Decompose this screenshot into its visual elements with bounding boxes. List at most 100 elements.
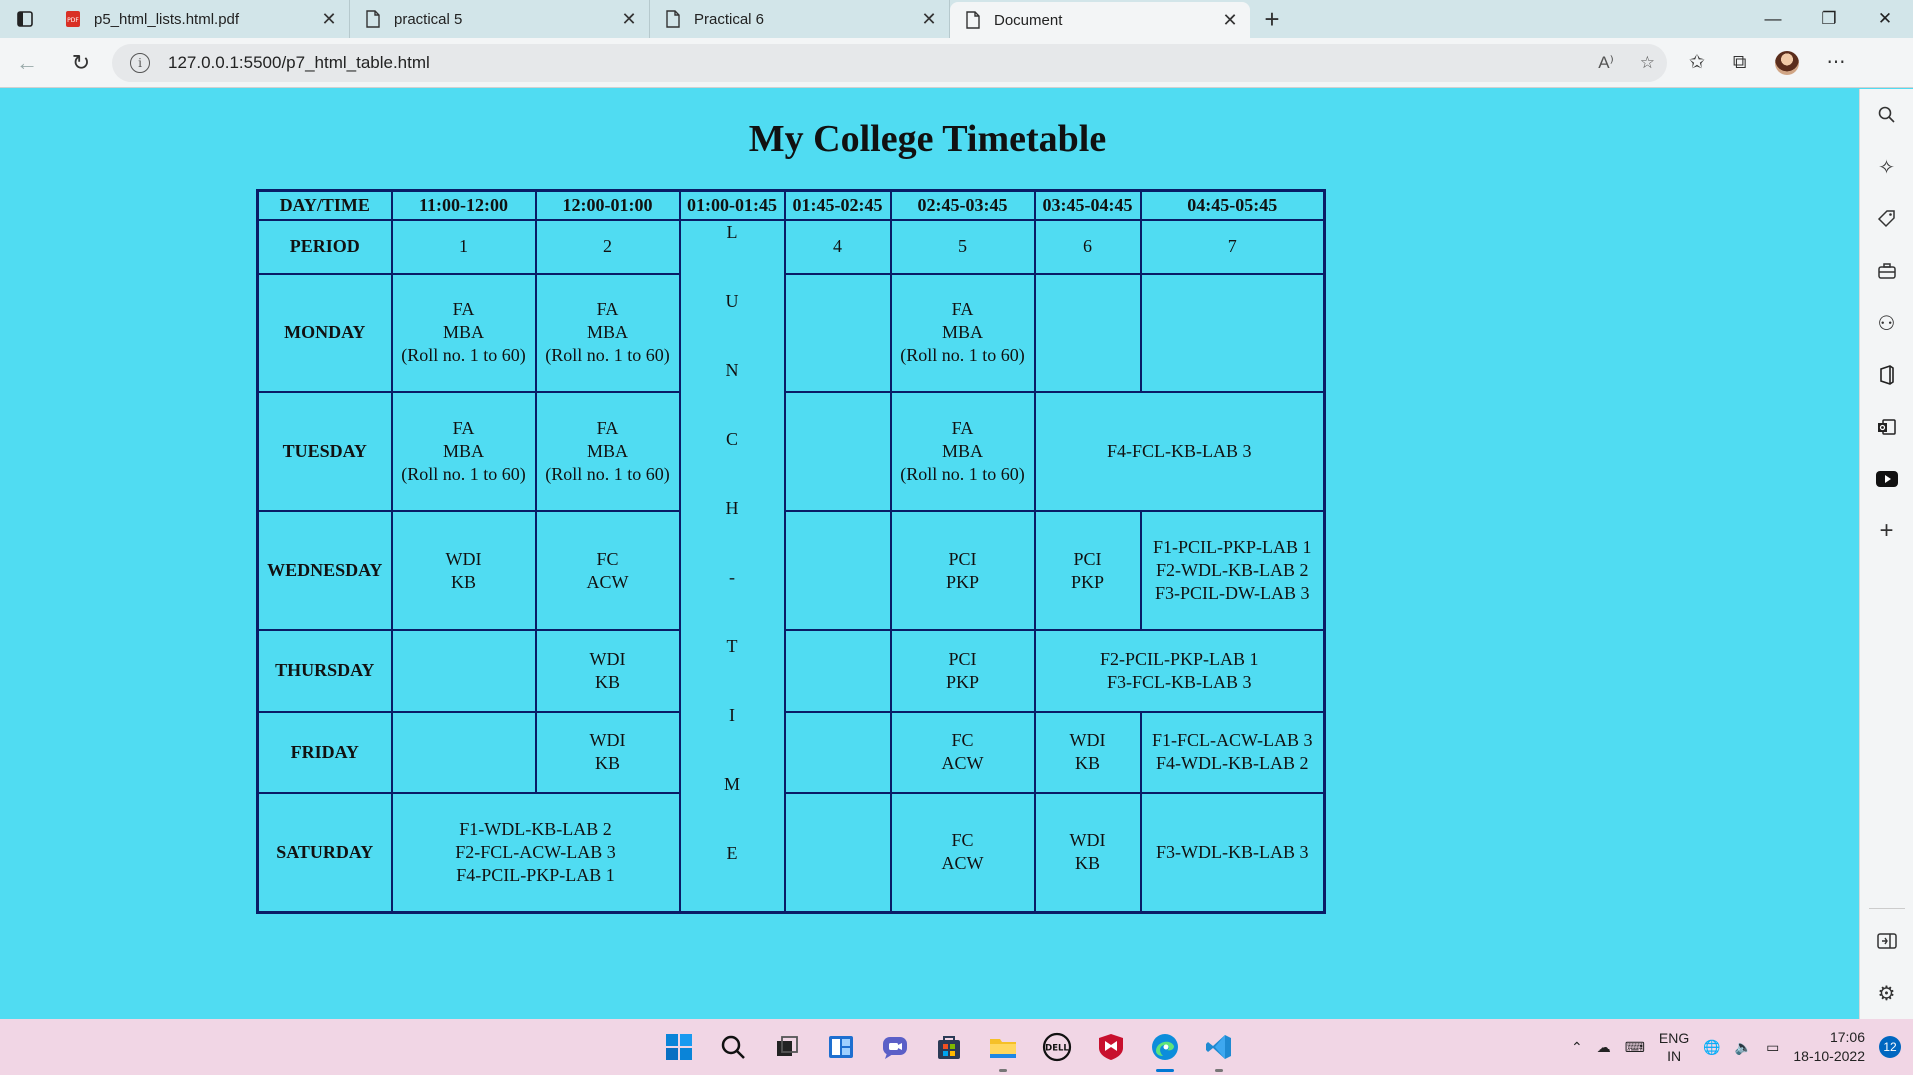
volume-icon[interactable]: 🔈	[1735, 1039, 1752, 1056]
tab-actions-icon[interactable]	[0, 0, 50, 38]
class-line: FA	[951, 418, 974, 439]
file-explorer-icon[interactable]	[984, 1028, 1022, 1072]
class-line: (Roll no. 1 to 60)	[545, 464, 670, 485]
class-line: F3-PCIL-DW-LAB 3	[1155, 583, 1310, 604]
show-hidden-icons-icon[interactable]: ⌃	[1571, 1039, 1583, 1056]
microsoft-store-icon[interactable]	[930, 1028, 968, 1066]
tab-practical-5[interactable]: practical 5 ✕	[350, 0, 650, 38]
discover-icon[interactable]: ✧	[1860, 141, 1913, 193]
empty-cell	[783, 628, 892, 713]
add-favorite-icon[interactable]: ☆	[1640, 53, 1655, 73]
class-cell: FA MBA (Roll no. 1 to 60)	[889, 272, 1036, 394]
running-indicator	[1215, 1069, 1223, 1072]
svg-text:PDF: PDF	[67, 17, 79, 24]
shopping-tag-icon[interactable]	[1860, 193, 1913, 245]
class-line: MBA	[941, 322, 983, 343]
mcafee-icon[interactable]	[1092, 1028, 1130, 1066]
more-options-icon[interactable]: ⋯	[1827, 51, 1846, 74]
back-icon[interactable]: ←	[0, 38, 54, 88]
period-cell: 7	[1139, 218, 1326, 275]
youtube-icon[interactable]	[1860, 453, 1913, 505]
close-window-icon[interactable]: ✕	[1857, 0, 1913, 38]
language-indicator[interactable]: ENG IN	[1659, 1029, 1689, 1065]
lunch-letter: N	[725, 359, 739, 380]
class-cell: FA MBA (Roll no. 1 to 60)	[390, 391, 537, 513]
class-cell: WDI KB	[534, 710, 681, 795]
task-view-icon[interactable]	[768, 1028, 806, 1066]
lab-cell: F4-FCL-KB-LAB 3	[1033, 391, 1326, 513]
clock-time: 17:06	[1829, 1029, 1865, 1045]
class-cell: FA MBA (Roll no. 1 to 60)	[534, 272, 681, 394]
class-line: (Roll no. 1 to 60)	[900, 464, 1025, 485]
url-text[interactable]: 127.0.0.1:5500/p7_html_table.html	[168, 53, 1598, 73]
close-tab-icon[interactable]: ✕	[1220, 10, 1240, 31]
class-line: MBA	[442, 322, 484, 343]
settings-gear-icon[interactable]: ⚙	[1860, 967, 1913, 1019]
class-line: ACW	[941, 853, 984, 874]
tab-pdf[interactable]: PDF p5_html_lists.html.pdf ✕	[50, 0, 350, 38]
info-icon[interactable]: i	[130, 52, 150, 73]
lab-cell: F1-FCL-ACW-LAB 3 F4-WDL-KB-LAB 2	[1139, 710, 1326, 795]
class-line: KB	[450, 571, 476, 592]
svg-text:DELL: DELL	[1045, 1044, 1069, 1054]
day-cell: SATURDAY	[256, 792, 393, 913]
day-cell: TUESDAY	[256, 391, 393, 513]
search-icon[interactable]	[714, 1028, 752, 1066]
class-line: FA	[951, 299, 974, 320]
class-line: FA	[452, 299, 475, 320]
battery-icon[interactable]: ▭	[1766, 1039, 1779, 1056]
collections-icon[interactable]: ⧉	[1733, 52, 1747, 74]
new-tab-button[interactable]: +	[1250, 0, 1294, 38]
class-line: F2-WDL-KB-LAB 2	[1156, 560, 1309, 581]
close-tab-icon[interactable]: ✕	[319, 9, 339, 30]
office-icon[interactable]	[1860, 349, 1913, 401]
class-cell: FA MBA (Roll no. 1 to 60)	[889, 391, 1036, 513]
running-indicator	[999, 1069, 1007, 1072]
notification-badge[interactable]: 12	[1879, 1036, 1901, 1058]
minimize-icon[interactable]: —	[1745, 0, 1801, 38]
read-aloud-icon[interactable]: A⁾	[1598, 53, 1614, 73]
table-row-tuesday: TUESDAY FA MBA (Roll no. 1 to 60) FA MBA (Ro…	[256, 391, 1326, 513]
lunch-letter: -	[729, 566, 735, 587]
tools-icon[interactable]	[1860, 245, 1913, 297]
network-icon[interactable]: 🌐	[1703, 1039, 1720, 1056]
class-line: F1-WDL-KB-LAB 2	[459, 818, 612, 839]
refresh-icon[interactable]: ↻	[54, 38, 108, 88]
vscode-icon[interactable]	[1200, 1028, 1238, 1072]
dell-icon[interactable]: DELL	[1038, 1028, 1076, 1066]
favorites-icon[interactable]: ✩	[1689, 51, 1705, 74]
outlook-icon[interactable]	[1860, 401, 1913, 453]
clock[interactable]: 17:06 18-10-2022	[1793, 1028, 1865, 1066]
class-line: WDI	[589, 730, 626, 751]
empty-cell	[1033, 272, 1142, 394]
keyboard-icon[interactable]: ⌨	[1625, 1039, 1645, 1056]
period-cell: 6	[1033, 218, 1142, 275]
add-sidebar-app-icon[interactable]: +	[1860, 505, 1913, 557]
close-tab-icon[interactable]: ✕	[619, 9, 639, 30]
hide-sidebar-icon[interactable]	[1860, 915, 1913, 967]
games-icon[interactable]: ⚇	[1860, 297, 1913, 349]
url-field[interactable]: i 127.0.0.1:5500/p7_html_table.html A⁾ ☆	[112, 43, 1667, 82]
widgets-icon[interactable]	[822, 1028, 860, 1066]
close-tab-icon[interactable]: ✕	[919, 9, 939, 30]
restore-icon[interactable]: ❐	[1801, 0, 1857, 38]
class-cell: PCI PKP	[889, 510, 1036, 631]
header-cell: DAY/TIME	[256, 189, 393, 221]
avatar[interactable]	[1774, 50, 1799, 75]
start-windows-icon[interactable]	[660, 1028, 698, 1066]
search-icon[interactable]	[1860, 89, 1913, 141]
lunch-letter: H	[725, 497, 739, 518]
tab-document[interactable]: Document ✕	[950, 2, 1250, 38]
onedrive-icon[interactable]: ☁	[1597, 1039, 1611, 1056]
chat-icon[interactable]	[876, 1028, 914, 1066]
header-cell: 03:45-04:45	[1033, 189, 1142, 221]
edge-browser-icon[interactable]	[1146, 1028, 1184, 1072]
class-cell: WDI KB	[1033, 710, 1142, 795]
header-cell: 02:45-03:45	[889, 189, 1036, 221]
class-line: F4-PCIL-PKP-LAB 1	[456, 864, 615, 885]
address-bar-row: ← ↻ i 127.0.0.1:5500/p7_html_table.html …	[0, 38, 1913, 88]
tab-label: p5_html_lists.html.pdf	[94, 10, 240, 28]
empty-cell	[1139, 272, 1326, 394]
class-line: MBA	[442, 441, 484, 462]
tab-practical-6[interactable]: Practical 6 ✕	[650, 0, 950, 38]
